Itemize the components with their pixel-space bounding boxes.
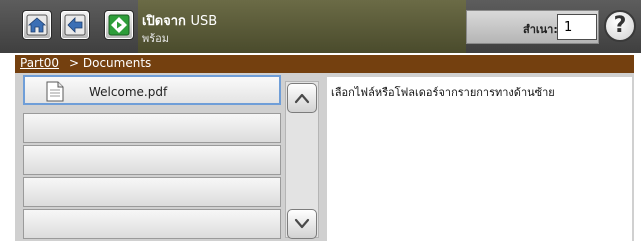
copies-label: สำเนา: [523, 23, 558, 36]
scroll-up-button[interactable] [287, 83, 317, 113]
title-suffix: USB [190, 14, 218, 29]
chevron-up-icon [294, 93, 310, 104]
chevron-down-icon [294, 218, 310, 229]
file-list-item[interactable] [23, 113, 281, 143]
title-panel: เปิดจาก USB พร้อม [138, 0, 466, 53]
copies-input[interactable]: 1 [557, 14, 597, 40]
start-button[interactable] [104, 10, 134, 40]
title-main: เปิดจาก [142, 14, 186, 29]
info-panel: เลือกไฟล์หรือโฟลเดอร์จากรายการทางด้านซ้า… [327, 77, 632, 241]
instruction-text: เลือกไฟล์หรือโฟลเดอร์จากรายการทางด้านซ้า… [331, 86, 555, 99]
file-list-item[interactable] [23, 209, 281, 239]
help-button[interactable]: ? [604, 10, 636, 42]
breadcrumb: Part00 > Documents [15, 55, 634, 73]
home-button[interactable] [22, 10, 52, 40]
file-list-item[interactable]: Welcome.pdf [23, 75, 281, 105]
breadcrumb-parent-link[interactable]: Part00 [20, 56, 59, 70]
header-bar: เปิดจาก USB พร้อม สำเนา: 1 ? [0, 0, 641, 53]
file-list-item[interactable] [23, 177, 281, 207]
back-button[interactable] [60, 10, 90, 40]
document-icon [46, 81, 64, 102]
breadcrumb-current: > Documents [69, 56, 152, 70]
start-icon [108, 14, 130, 36]
page-title: เปิดจาก USB [142, 10, 217, 31]
copies-panel: สำเนา: 1 [466, 10, 599, 44]
scroll-down-button[interactable] [287, 209, 317, 239]
file-name: Welcome.pdf [89, 85, 168, 99]
file-list-item[interactable] [23, 145, 281, 175]
home-icon [26, 14, 48, 36]
status-text: พร้อม [142, 32, 170, 45]
file-browser: Welcome.pdf เลือกไฟล์หรือโฟลเดอร์จากรายก… [15, 73, 634, 241]
help-icon: ? [613, 13, 627, 38]
back-arrow-icon [64, 14, 86, 36]
